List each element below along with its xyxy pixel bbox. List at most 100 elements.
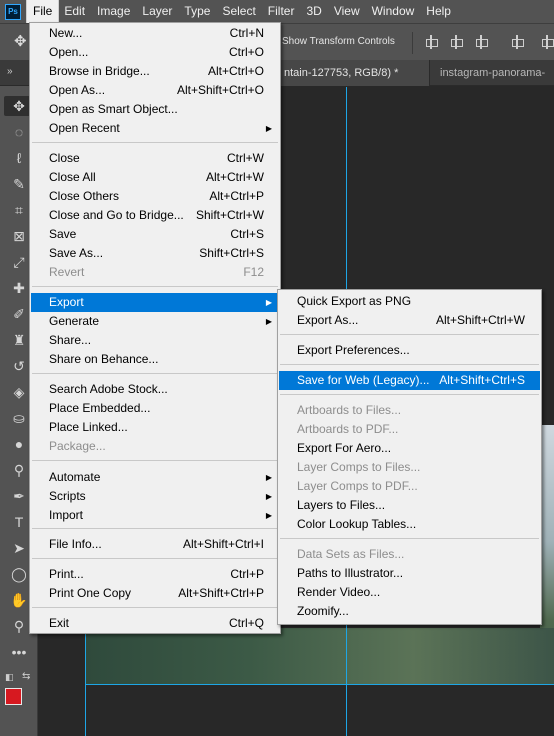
- menu-item-place-linked[interactable]: Place Linked...: [31, 418, 279, 437]
- menu-item-close-others[interactable]: Close Others Alt+Ctrl+P: [31, 187, 279, 206]
- menu-item-close[interactable]: Close Ctrl+W: [31, 149, 279, 168]
- default-colors-icon[interactable]: ◧: [5, 672, 14, 683]
- blur-icon[interactable]: ●: [9, 434, 29, 454]
- lasso-icon[interactable]: ℓ: [9, 148, 29, 168]
- menu-item-print-one-copy[interactable]: Print One Copy Alt+Shift+Ctrl+P: [31, 584, 279, 603]
- menu-item-automate[interactable]: Automate ▶: [31, 468, 279, 487]
- menu-item-save[interactable]: Save Ctrl+S: [31, 225, 279, 244]
- eraser-icon[interactable]: ◈: [9, 382, 29, 402]
- menu-item-export[interactable]: Export ▶: [31, 293, 279, 312]
- menu-separator: [32, 142, 278, 143]
- menu-separator: [280, 394, 539, 395]
- menu-item-package: Package...: [49, 439, 106, 453]
- submenu-item-layer-comps-pdf: Layer Comps to PDF...: [297, 479, 418, 493]
- paint-bucket-icon[interactable]: ⛀: [9, 408, 29, 428]
- submenu-item-zoomify[interactable]: Zoomify...: [279, 602, 540, 621]
- menu-separator: [280, 334, 539, 335]
- menu-3d[interactable]: 3D: [300, 0, 327, 23]
- file-menu-dropdown: New... Ctrl+N Open... Ctrl+O Browse in Bri…: [29, 22, 281, 634]
- menu-filter[interactable]: Filter: [262, 0, 301, 23]
- clone-stamp-icon[interactable]: ♜: [9, 330, 29, 350]
- menu-layer[interactable]: Layer: [136, 0, 178, 23]
- menu-item-open-as[interactable]: Open As... Alt+Shift+Ctrl+O: [31, 81, 279, 100]
- submenu-item-artboards-to-files: Artboards to Files...: [297, 403, 402, 417]
- tab-active-document[interactable]: ntain-127753, RGB/8) *: [258, 60, 430, 86]
- options-divider: [412, 32, 413, 54]
- menu-item-close-go-bridge[interactable]: Close and Go to Bridge... Shift+Ctrl+W: [31, 206, 279, 225]
- submenu-item-artboards-to-pdf: Artboards to PDF...: [297, 422, 399, 436]
- menu-item-exit[interactable]: Exit Ctrl+Q: [31, 614, 279, 633]
- menu-separator: [32, 286, 278, 287]
- double-chevron-icon[interactable]: »: [7, 66, 13, 77]
- menu-type[interactable]: Type: [178, 0, 216, 23]
- menu-file[interactable]: File: [25, 0, 60, 24]
- hand-icon[interactable]: ✋: [9, 590, 29, 610]
- menu-item-scripts[interactable]: Scripts ▶: [31, 487, 279, 506]
- submenu-item-render-video[interactable]: Render Video...: [279, 583, 540, 602]
- healing-brush-icon[interactable]: ✚: [9, 278, 29, 298]
- quick-select-icon[interactable]: ✎: [9, 174, 29, 194]
- menu-separator: [32, 607, 278, 608]
- align-top-icon[interactable]: [510, 35, 524, 49]
- dodge-icon[interactable]: ⚲: [9, 460, 29, 480]
- menu-view[interactable]: View: [328, 0, 366, 23]
- menu-item-print[interactable]: Print... Ctrl+P: [31, 565, 279, 584]
- crop-icon[interactable]: ⌗: [9, 200, 29, 220]
- menu-help[interactable]: Help: [420, 0, 457, 23]
- menu-item-generate[interactable]: Generate ▶: [31, 312, 279, 331]
- path-selection-icon[interactable]: ➤: [9, 538, 29, 558]
- submenu-item-export-for-aero[interactable]: Export For Aero...: [279, 439, 540, 458]
- submenu-item-save-for-web[interactable]: Save for Web (Legacy)... Alt+Shift+Ctrl+S: [279, 371, 540, 390]
- ellipse-icon[interactable]: ◯: [9, 564, 29, 584]
- menu-item-browse-bridge[interactable]: Browse in Bridge... Alt+Ctrl+O: [31, 62, 279, 81]
- menu-select[interactable]: Select: [216, 0, 261, 23]
- menu-item-new[interactable]: New... Ctrl+N: [31, 24, 279, 43]
- submenu-arrow-icon: ▶: [265, 317, 272, 326]
- menu-item-place-embedded[interactable]: Place Embedded...: [31, 399, 279, 418]
- menu-separator: [32, 373, 278, 374]
- menu-item-open-smart-object[interactable]: Open as Smart Object...: [31, 100, 279, 119]
- brush-icon[interactable]: ✐: [9, 304, 29, 324]
- align-right-icon[interactable]: [474, 35, 488, 49]
- submenu-item-color-lookup-tables[interactable]: Color Lookup Tables...: [279, 515, 540, 534]
- align-middle-icon[interactable]: [540, 35, 554, 49]
- type-icon[interactable]: T: [9, 512, 29, 532]
- align-center-icon[interactable]: [449, 35, 463, 49]
- swap-colors-icon[interactable]: ⇆: [22, 671, 30, 682]
- canvas-image-bottom: [86, 628, 554, 684]
- frame-icon[interactable]: ⊠: [9, 226, 29, 246]
- history-brush-icon[interactable]: ↺: [9, 356, 29, 376]
- menu-item-share[interactable]: Share...: [31, 331, 279, 350]
- menu-image[interactable]: Image: [91, 0, 136, 23]
- menu-item-revert: Revert F12: [49, 265, 264, 279]
- menu-item-save-as[interactable]: Save As... Shift+Ctrl+S: [31, 244, 279, 263]
- foreground-color-swatch[interactable]: [5, 688, 22, 705]
- submenu-item-layers-to-files[interactable]: Layers to Files...: [279, 496, 540, 515]
- submenu-item-export-as[interactable]: Export As... Alt+Shift+Ctrl+W: [279, 311, 540, 330]
- menu-bar: Ps File Edit Image Layer Type Select Fil…: [0, 0, 554, 24]
- submenu-item-data-sets: Data Sets as Files...: [297, 547, 405, 561]
- pen-icon[interactable]: ✒: [9, 486, 29, 506]
- menu-item-close-all[interactable]: Close All Alt+Ctrl+W: [31, 168, 279, 187]
- more-tools-icon[interactable]: •••: [9, 642, 29, 662]
- guide-horizontal[interactable]: [85, 684, 554, 685]
- menu-item-share-behance[interactable]: Share on Behance...: [31, 350, 279, 369]
- submenu-arrow-icon: ▶: [265, 492, 272, 501]
- tab-instagram-panorama[interactable]: instagram-panorama-: [432, 60, 554, 86]
- menu-item-import[interactable]: Import ▶: [31, 506, 279, 525]
- menu-item-search-stock[interactable]: Search Adobe Stock...: [31, 380, 279, 399]
- menu-item-file-info[interactable]: File Info... Alt+Shift+Ctrl+I: [31, 535, 279, 554]
- menu-window[interactable]: Window: [366, 0, 421, 23]
- align-left-icon[interactable]: [424, 35, 438, 49]
- menu-item-open[interactable]: Open... Ctrl+O: [31, 43, 279, 62]
- menu-item-open-recent[interactable]: Open Recent ▶: [31, 119, 279, 138]
- submenu-item-paths-illustrator[interactable]: Paths to Illustrator...: [279, 564, 540, 583]
- submenu-item-quick-export-png[interactable]: Quick Export as PNG: [279, 292, 540, 311]
- show-transform-controls-label[interactable]: Show Transform Controls: [282, 36, 395, 47]
- marquee-icon[interactable]: ◌: [9, 122, 29, 142]
- zoom-icon[interactable]: ⚲: [9, 616, 29, 636]
- menu-edit[interactable]: Edit: [58, 0, 91, 23]
- submenu-arrow-icon: ▶: [265, 124, 272, 133]
- eyedropper-icon[interactable]: ⤢: [9, 252, 29, 272]
- submenu-item-export-preferences[interactable]: Export Preferences...: [279, 341, 540, 360]
